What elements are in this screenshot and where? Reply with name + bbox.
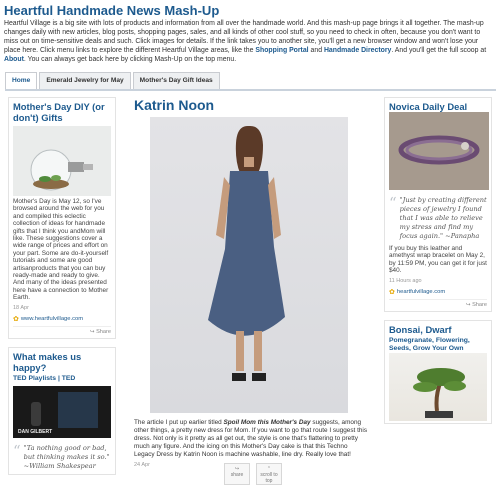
handmade-directory-link[interactable]: Handmade Directory [324, 47, 391, 54]
stage-light [58, 392, 98, 429]
main-article: Katrin Noon The article I put up earlier… [134, 97, 368, 468]
lightbulb-terrarium-image[interactable] [13, 126, 111, 196]
tab-mothers-day-gifts[interactable]: Mother's Day Gift Ideas [132, 72, 220, 89]
quote-icon: “ [13, 442, 21, 461]
card-text: Mother's Day is May 12, so I've browsed … [13, 198, 109, 302]
quote-text: "Just by creating different pieces of je… [399, 196, 487, 240]
article-link[interactable]: Spoil Mom this Mother's Day [224, 419, 311, 426]
quote-icon: “ [389, 194, 397, 212]
share-button[interactable]: ↪ Share [389, 298, 487, 308]
left-column: Mother's Day DIY (or don't) Gifts Mother… [8, 97, 116, 483]
site-title: Heartful Handmade News Mash-Up [4, 3, 220, 18]
bracelet-illustration [389, 112, 489, 190]
mothers-day-card: Mother's Day DIY (or don't) Gifts Mother… [8, 97, 116, 339]
card-subtitle: TED Playlists | TED [13, 374, 76, 382]
card-title[interactable]: Mother's Day DIY (or don't) Gifts [13, 101, 111, 123]
tab-emerald-jewelry[interactable]: Emerald Jewelry for May [39, 72, 131, 89]
intro-part2: . And you'll get the full scoop at [391, 47, 487, 55]
tab-divider [5, 89, 496, 91]
share-label: share [230, 472, 244, 478]
intro-part3: . You can always get back here by clicki… [23, 56, 237, 64]
share-label: Share [96, 328, 111, 335]
card-title[interactable]: Novica Daily Deal [389, 101, 487, 112]
deal-date: 11 Hours ago [389, 277, 422, 284]
source-text: heartfulvillage.com [396, 288, 446, 295]
heart-icon: ✿ [13, 315, 19, 323]
model-in-dress-image [208, 125, 285, 381]
source-link[interactable]: ✿ www.heartfulvillage.com [13, 315, 111, 323]
share-label: Share [472, 301, 487, 308]
quote-box: “ "Ta nothing good or bad, but thinking … [13, 444, 111, 471]
article-actions: ↪ share ⌃ scroll to top [224, 463, 282, 485]
card-title[interactable]: What makes us happy? [13, 351, 111, 373]
tab-home[interactable]: Home [5, 72, 38, 89]
ted-video-thumbnail[interactable]: DAN GILBERT [13, 386, 111, 439]
article-share-button[interactable]: ↪ share [224, 463, 250, 485]
about-link[interactable]: About [4, 56, 24, 63]
right-column: Novica Daily Deal “ "Just by creating di… [384, 97, 492, 432]
bracelet-image[interactable] [389, 112, 489, 190]
intro-text: Heartful Village is a big site with lots… [4, 19, 496, 64]
intro-and: and [308, 47, 324, 55]
ted-card: What makes us happy? TED Playlists | TED… [8, 346, 116, 476]
bonsai-image[interactable] [389, 352, 487, 421]
deal-text: If you buy this leather and amethyst wra… [389, 245, 487, 275]
card-subtitle: Pomegranate, Flowering, Seeds, Grow Your… [389, 336, 470, 352]
video-label: DAN GILBERT [18, 429, 53, 436]
scroll-label: scroll to top [260, 472, 278, 484]
quote-text: "Ta nothing good or bad, but thinking ma… [23, 444, 110, 471]
article-title[interactable]: Katrin Noon [134, 97, 368, 113]
article-pre: The article I put up earlier titled [134, 419, 224, 426]
shopping-portal-link[interactable]: Shopping Portal [255, 47, 308, 54]
speaker-figure [31, 402, 41, 427]
bonsai-card: Bonsai, Dwarf Pomegranate, Flowering, Se… [384, 319, 492, 424]
card-date: 18 Apr [13, 304, 29, 311]
heart-icon: ✿ [389, 288, 395, 296]
card-title[interactable]: Bonsai, Dwarf [389, 324, 487, 335]
source-text: www.heartfulvillage.com [20, 315, 84, 322]
tab-bar: Home Emerald Jewelry for May Mother's Da… [5, 72, 222, 89]
quote-box: “ "Just by creating different pieces of … [389, 196, 487, 241]
article-body: The article I put up earlier titled Spoi… [134, 419, 368, 459]
scroll-to-top-button[interactable]: ⌃ scroll to top [256, 463, 282, 485]
novica-card: Novica Daily Deal “ "Just by creating di… [384, 97, 492, 312]
bonsai-illustration [413, 367, 466, 418]
source-link[interactable]: ✿ heartfulvillage.com [389, 288, 487, 296]
share-button[interactable]: ↪ Share [13, 325, 111, 335]
dress-photo[interactable] [150, 117, 348, 413]
lightbulb-illustration [30, 149, 93, 191]
